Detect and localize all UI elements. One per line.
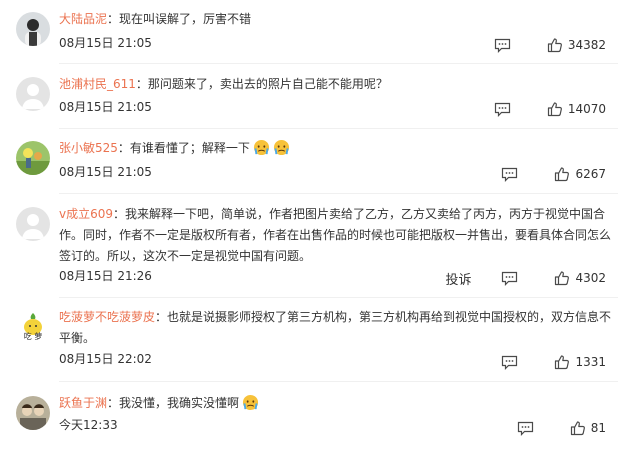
avatar[interactable] bbox=[16, 141, 50, 175]
crying-face-emoji bbox=[253, 139, 269, 156]
comment-text: ：有谁看懂了；解释一下 bbox=[117, 141, 250, 155]
thumbs-up-icon bbox=[555, 355, 570, 370]
comment-icon bbox=[502, 167, 518, 182]
comment-username[interactable]: v成立609 bbox=[59, 207, 113, 221]
like-count: 81 bbox=[590, 421, 606, 435]
comment-body: 池浦村民_611：那问题来了，卖出去的照片自己能不能用呢？ bbox=[59, 74, 618, 95]
comment-icon bbox=[494, 38, 510, 53]
comment-username[interactable]: 大陆品泥 bbox=[59, 12, 107, 26]
comment-body: 大陆品泥：现在叫误解了，厉害不错 bbox=[59, 9, 618, 30]
thumbs-up-icon bbox=[555, 271, 570, 286]
thumbs-up-icon bbox=[570, 421, 585, 436]
report-button[interactable]: 投诉 bbox=[445, 269, 471, 288]
comment-actions: 81 bbox=[517, 419, 606, 437]
divider bbox=[59, 128, 618, 129]
comment-body: 张小敏525：有谁看懂了；解释一下 bbox=[59, 138, 618, 159]
thumbs-up-icon bbox=[547, 102, 562, 117]
crying-face-emoji bbox=[242, 394, 259, 411]
thumbs-up-icon bbox=[555, 167, 570, 182]
divider bbox=[59, 297, 618, 298]
divider bbox=[59, 193, 618, 194]
comment-actions: 投诉 4302 bbox=[445, 269, 606, 288]
like-count: 14070 bbox=[567, 102, 606, 116]
comment-actions: 6267 bbox=[501, 165, 606, 183]
avatar-text: 吃 萝 bbox=[23, 332, 43, 341]
comment-time: 08月15日 21:05 bbox=[59, 36, 152, 50]
divider bbox=[59, 381, 618, 382]
comment-time: 今天12:33 bbox=[59, 418, 118, 432]
like-button[interactable]: 6267 bbox=[554, 166, 606, 182]
comment-text: ：我没懂，我确实没懂啊 bbox=[107, 396, 240, 410]
reply-button[interactable] bbox=[501, 355, 518, 370]
crying-face-emoji bbox=[273, 139, 289, 156]
like-count: 1331 bbox=[575, 355, 606, 369]
avatar[interactable] bbox=[16, 396, 50, 430]
thumbs-up-icon bbox=[547, 38, 562, 53]
comment-actions: 14070 bbox=[494, 100, 606, 118]
comment-username[interactable]: 张小敏525 bbox=[59, 141, 118, 155]
avatar[interactable] bbox=[16, 77, 50, 111]
comment-time: 08月15日 21:05 bbox=[59, 165, 152, 179]
reply-button[interactable] bbox=[494, 102, 511, 117]
comment-body: 跃鱼于渊：我没懂，我确实没懂啊 bbox=[59, 393, 618, 414]
like-button[interactable]: 1331 bbox=[554, 354, 606, 370]
comment-username[interactable]: 跃鱼于渊 bbox=[59, 396, 107, 410]
comment-username[interactable]: 吃菠萝不吃菠萝皮 bbox=[59, 310, 155, 324]
comment-actions: 1331 bbox=[501, 353, 606, 371]
reply-button[interactable] bbox=[517, 421, 534, 436]
like-button[interactable]: 14070 bbox=[547, 101, 606, 117]
like-count: 6267 bbox=[575, 167, 606, 181]
like-button[interactable]: 4302 bbox=[554, 270, 606, 286]
avatar[interactable] bbox=[16, 12, 50, 46]
comment-text: ：那问题来了，卖出去的照片自己能不能用呢？ bbox=[135, 77, 388, 91]
comment-icon bbox=[494, 102, 510, 117]
comment-time: 08月15日 21:05 bbox=[59, 100, 152, 114]
like-button[interactable]: 81 bbox=[570, 420, 606, 436]
comment-body: 吃菠萝不吃菠萝皮：也就是说摄影师授权了第三方机构，第三方机构再给到视觉中国授权的… bbox=[59, 307, 618, 349]
comment-time: 08月15日 22:02 bbox=[59, 352, 152, 366]
comment-username[interactable]: 池浦村民_611 bbox=[59, 77, 136, 91]
comment-text: ：我来解释一下吧，简单说，作者把图片卖给了乙方，乙方又卖给了丙方，丙方于视觉中国… bbox=[59, 207, 612, 263]
like-count: 34382 bbox=[567, 38, 606, 52]
comment-icon bbox=[502, 271, 518, 286]
reply-button[interactable] bbox=[501, 167, 518, 182]
comment-text: ：现在叫误解了，厉害不错 bbox=[107, 12, 252, 26]
comment-time: 08月15日 21:26 bbox=[59, 269, 152, 283]
comment-icon bbox=[502, 355, 518, 370]
comment-actions: 34382 bbox=[494, 36, 606, 54]
comment-body: v成立609：我来解释一下吧，简单说，作者把图片卖给了乙方，乙方又卖给了丙方，丙… bbox=[59, 204, 618, 267]
reply-button[interactable] bbox=[501, 271, 518, 286]
avatar[interactable]: 吃 萝 bbox=[16, 310, 50, 344]
like-count: 4302 bbox=[575, 271, 606, 285]
divider bbox=[59, 63, 618, 64]
avatar[interactable] bbox=[16, 207, 50, 241]
comment-icon bbox=[517, 421, 533, 436]
like-button[interactable]: 34382 bbox=[547, 37, 606, 53]
reply-button[interactable] bbox=[494, 38, 511, 53]
